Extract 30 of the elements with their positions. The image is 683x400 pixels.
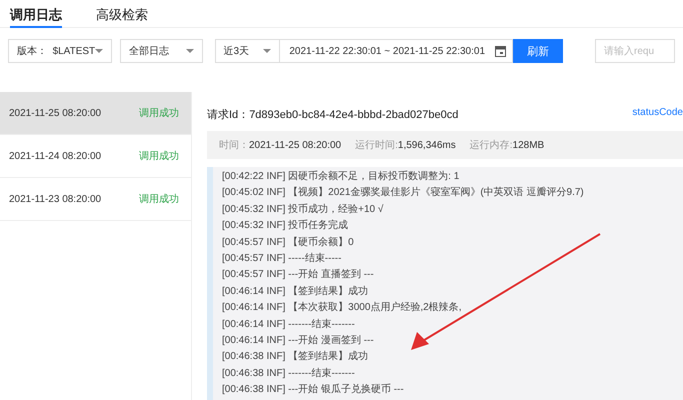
log-line: [00:42:22 INF] 因硬币余额不足，目标投币数调整为: 1 [222,170,460,184]
log-line: [00:46:14 INF] 【签到结果】成功 [222,284,370,299]
date-range-field[interactable]: 2021-11-22 22:30:01 ~ 2021-11-25 22:30:01 [280,39,513,63]
log-line: [00:45:32 INF] 投币任务完成 [222,218,350,234]
log-line: [00:46:14 INF] 【本次获取】3000点用户经验,2根辣条, [222,300,463,316]
log-line: [00:46:38 INF] 【签到结果】成功 [222,350,370,364]
invocation-item[interactable]: 2021-11-25 08:20:00 调用成功 [0,92,191,135]
caret-icon [263,49,272,53]
search-field[interactable]: 请输入requ [595,39,675,63]
refresh-button[interactable]: 刷新 [513,39,563,63]
log-line: [00:45:57 INF] -----结束----- [222,252,342,266]
caret-icon [186,49,194,53]
version-select[interactable]: 版本： $LATEST [8,39,112,63]
log-line: [00:46:14 INF] ---开始 漫画签到 --- [222,334,375,348]
request-id: 请求Id：7d893eb0-bc84-42e4-bbbd-2bad027be0cd [207,108,458,123]
log-line: [00:45:02 INF] 【视频】2021金骡奖最佳影片《寝室军阀》(中英双语 逗瓣评分9.7) [222,186,585,200]
tab[interactable]: 调用日志 [10,0,62,28]
status-code-link[interactable]: statusCode [632,107,683,129]
log-line: [00:45:32 INF] 投币成功，经验+10 √ [222,202,384,217]
caret-icon [95,49,104,53]
log-line: [00:46:38 INF] -------结束------- [222,366,356,381]
log-type-select[interactable]: 全部日志 [120,39,203,63]
log-line: [00:45:57 INF] ---开始 直播签到 --- [222,268,375,282]
tab[interactable]: 高级检索 [96,0,148,28]
meta-bar: 时间：2021-11-25 08:20:00 运行时间:1,596,346ms 运行内存:128MB [207,131,683,159]
log-line: [00:45:57 INF] 【硬币余额】0 [222,236,355,250]
calendar-icon [495,45,506,57]
log-line: [00:46:14 INF] -------结束------- [222,318,356,332]
log-line: [00:46:38 INF] ---开始 银瓜子兑换硬币 --- [222,382,405,398]
range-select[interactable]: 近3天 [214,39,280,63]
